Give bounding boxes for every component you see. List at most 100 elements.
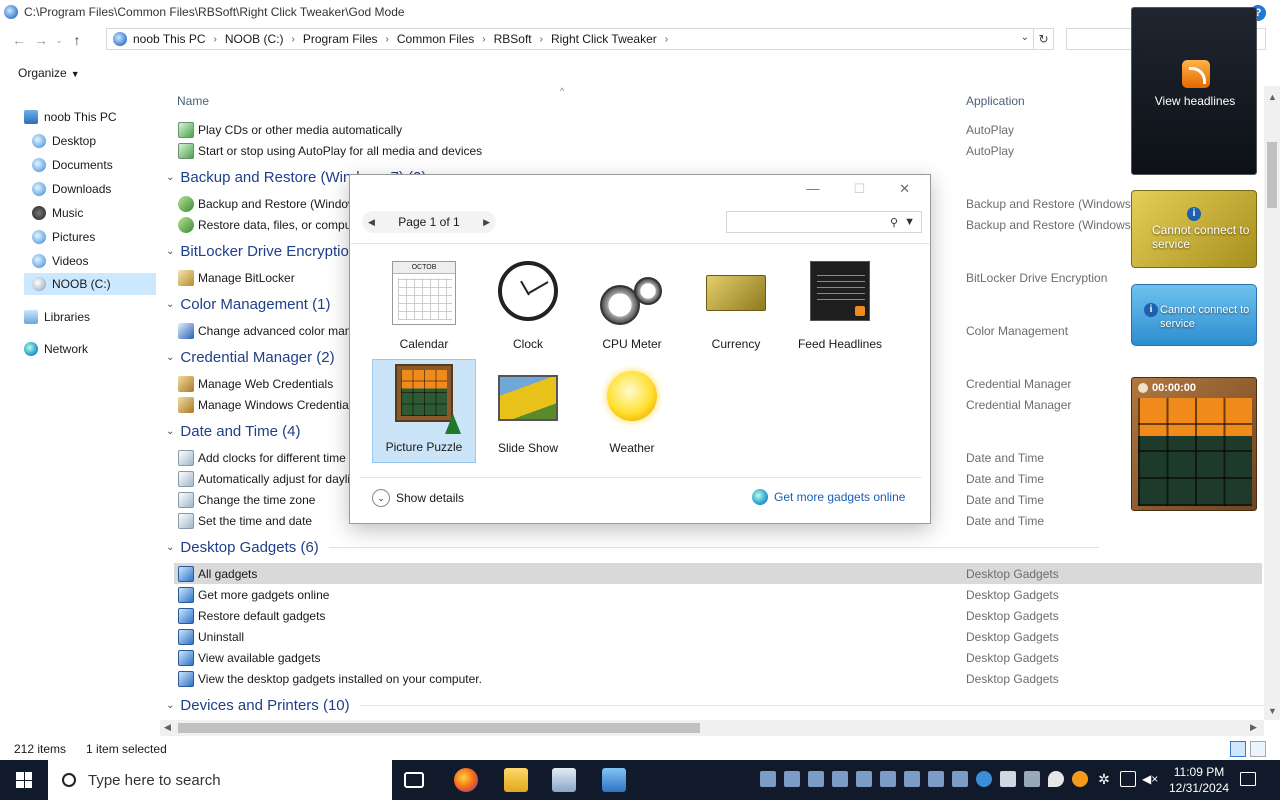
tray-app-icon[interactable] [832,771,848,787]
column-header-application[interactable]: Application [966,94,1025,108]
organize-menu[interactable]: Organize ▼ [18,66,80,80]
list-item[interactable]: Restore default gadgets Desktop Gadgets [174,605,1262,626]
horizontal-scrollbar[interactable]: ◀ ▶ [160,720,1264,736]
chevron-down-icon[interactable]: ▼ [904,216,915,228]
list-item[interactable]: Start or stop using AutoPlay for all med… [174,140,1262,161]
tray-app-icon[interactable] [976,771,992,787]
tray-app-icon[interactable] [1048,771,1064,787]
group-header-datetime[interactable]: ⌄ Date and Time (4) [164,420,300,442]
group-header-bitlocker[interactable]: ⌄ BitLocker Drive Encryption (1) [164,240,380,262]
network-icon[interactable] [1120,771,1136,787]
tray-app-icon[interactable] [904,771,920,787]
address-bar[interactable]: noob This PC › NOOB (C:) › Program Files › … [106,28,1034,50]
nav-item-desktop[interactable]: Desktop [32,130,96,152]
breadcrumb-1[interactable]: NOOB (C:) › [225,32,303,46]
firefox-icon[interactable] [454,768,478,792]
group-header-credential[interactable]: ⌄ Credential Manager (2) [164,346,335,368]
chevron-down-icon[interactable]: ⌄ [1021,32,1029,43]
group-header-gadgets[interactable]: ⌄ Desktop Gadgets (6) [164,536,1099,558]
nav-item-libraries[interactable]: Libraries [24,306,90,328]
taskbar-search[interactable]: Type here to search [48,760,392,800]
gadget-currency[interactable]: Currency [684,257,788,361]
puzzle-grid[interactable] [1138,398,1252,506]
large-icons-view-icon[interactable] [1250,741,1266,757]
picture-puzzle-gadget[interactable]: 00:00:00 [1131,377,1257,511]
list-item[interactable]: View the desktop gadgets installed on yo… [174,668,1262,689]
tray-app-icon[interactable] [928,771,944,787]
breadcrumb-4[interactable]: RBSoft › [494,32,551,46]
list-item[interactable]: Uninstall Desktop Gadgets [174,626,1262,647]
gadget-cpu-meter[interactable]: CPU Meter [580,257,684,361]
refresh-button[interactable]: ↻ [1034,28,1054,50]
list-item-selected[interactable]: All gadgets Desktop Gadgets [174,563,1262,584]
breadcrumb-0[interactable]: noob This PC › [133,32,225,46]
nav-item-pictures[interactable]: Pictures [32,226,95,248]
gadget-feed-headlines[interactable]: Feed Headlines [788,257,892,361]
breadcrumb-5[interactable]: Right Click Tweaker › [551,32,676,46]
details-view-icon[interactable] [1230,741,1246,757]
previous-page-icon[interactable]: ◀ [368,217,375,228]
currency-gadget[interactable]: i Cannot connect to service [1131,190,1257,268]
pictures-icon [32,230,46,244]
nav-item-videos[interactable]: Videos [32,250,88,272]
nav-item-network[interactable]: Network [24,338,88,360]
vertical-scrollbar[interactable]: ▲ ▼ [1264,86,1280,720]
nav-item-this-pc[interactable]: noob This PC [24,106,117,128]
breadcrumb-2[interactable]: Program Files › [303,32,397,46]
nav-item-documents[interactable]: Documents [32,154,113,176]
group-header-color[interactable]: ⌄ Color Management (1) [164,293,330,315]
taskbar-clock[interactable]: 11:09 PM 12/31/2024 [1162,764,1236,796]
start-button[interactable] [0,760,48,800]
nav-item-music[interactable]: Music [32,202,83,224]
tray-app-icon[interactable] [1000,771,1016,787]
gadget-clock[interactable]: Clock [476,257,580,361]
column-header-name[interactable]: Name [177,94,209,108]
feed-headlines-gadget[interactable]: View headlines [1131,7,1257,175]
close-button[interactable]: ✕ [899,181,910,197]
get-more-gadgets-link[interactable]: Get more gadgets online [752,489,905,505]
list-item[interactable]: Get more gadgets online Desktop Gadgets [174,584,1262,605]
volume-muted-icon[interactable]: ◀× [1142,771,1158,787]
scroll-left-icon[interactable]: ◀ [164,722,171,733]
scroll-down-icon[interactable]: ▼ [1268,706,1277,716]
control-panel-icon[interactable] [552,768,576,792]
back-button[interactable]: ← [8,29,30,51]
tray-app-icon[interactable] [808,771,824,787]
notifications-icon[interactable] [1240,772,1256,786]
gadget-picture-puzzle[interactable]: Picture Puzzle [372,359,476,463]
gadget-search-input[interactable]: ⚲ ▼ [726,211,922,233]
tray-app-icon[interactable] [784,771,800,787]
scroll-thumb[interactable] [178,723,700,733]
breadcrumb-3[interactable]: Common Files › [397,32,494,46]
scroll-up-icon[interactable]: ▲ [1268,92,1277,102]
tray-app-icon[interactable] [880,771,896,787]
list-item[interactable]: Play CDs or other media automatically Aut… [174,119,1262,140]
maximize-button[interactable]: ☐ [853,181,865,197]
show-details-button[interactable]: ⌄ Show details [372,489,464,507]
nav-item-downloads[interactable]: Downloads [32,178,111,200]
gadget-slide-show[interactable]: Slide Show [476,361,580,465]
scroll-right-icon[interactable]: ▶ [1250,722,1257,733]
gadget-weather[interactable]: Weather [580,361,684,465]
next-page-icon[interactable]: ▶ [483,217,490,228]
tray-app-icon[interactable] [760,771,776,787]
tray-app-icon[interactable] [856,771,872,787]
forward-button[interactable]: → [30,29,52,51]
stocks-gadget[interactable]: i Cannot connect to service [1131,284,1257,346]
tray-app-icon[interactable] [952,771,968,787]
task-view-icon[interactable] [404,772,424,788]
recent-dropdown[interactable]: ⌄ [52,29,66,51]
list-item[interactable]: View available gadgets Desktop Gadgets [174,647,1262,668]
monitor-icon[interactable] [602,768,626,792]
tray-app-icon[interactable] [1024,771,1040,787]
search-icon[interactable]: ⚲ [890,216,898,229]
up-button[interactable]: ↑ [66,29,88,51]
file-explorer-icon[interactable] [504,768,528,792]
group-header-devices[interactable]: ⌄ Devices and Printers (10) [164,694,1270,716]
tray-app-icon[interactable] [1072,771,1088,787]
minimize-button[interactable]: — [806,181,819,197]
scroll-thumb[interactable] [1267,142,1277,208]
gadget-calendar[interactable]: OCTOB Calendar [372,257,476,361]
nav-item-noob-drive[interactable]: NOOB (C:) [24,273,156,295]
tray-app-icon[interactable]: ✲ [1096,771,1112,787]
